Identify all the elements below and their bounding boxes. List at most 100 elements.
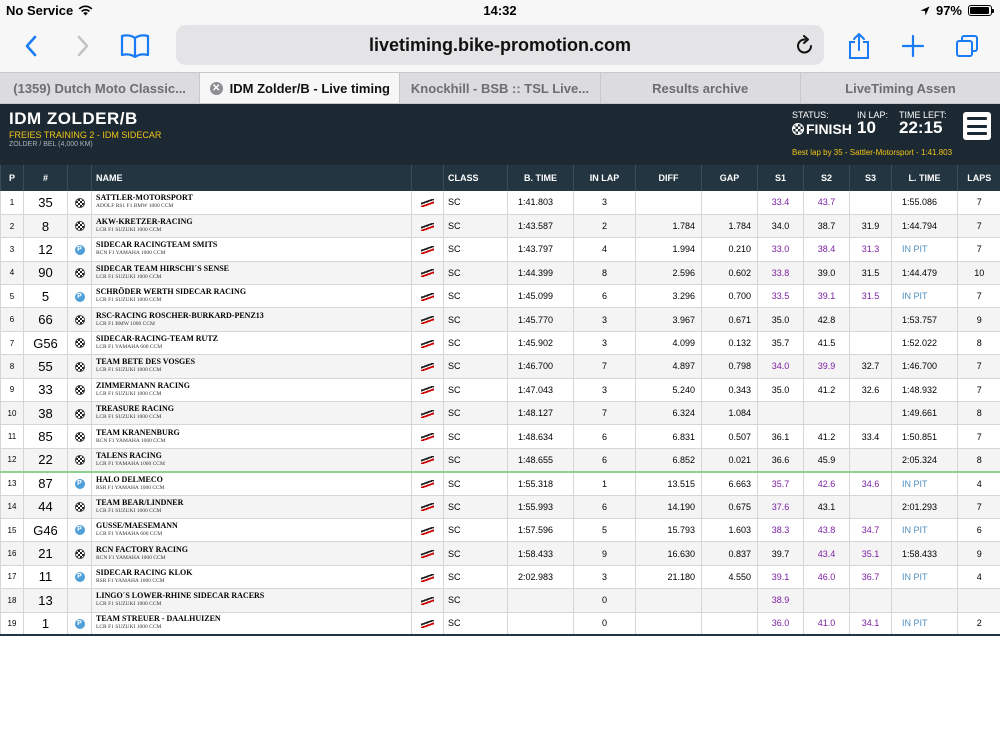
col-header-p[interactable]: P — [0, 165, 24, 191]
cell-class: SC — [443, 191, 508, 215]
cell-gap: 0.343 — [701, 378, 758, 403]
forward-button[interactable] — [65, 28, 101, 64]
table-row[interactable]: 17 11 P SIDECAR RACING KLOK RSR F1 YAMAHA 10… — [0, 565, 1000, 590]
bike-name: LCR F1 YAMAHA 600 CCM — [96, 344, 163, 351]
team-name: SIDECAR-RACING-TEAM RUTZ — [96, 334, 219, 344]
col-header-s1[interactable]: S1 — [757, 165, 804, 191]
hamburger-menu-icon[interactable] — [963, 112, 991, 140]
cell-s3: 31.5 — [849, 261, 892, 286]
tab-results-archive[interactable]: Results archive — [599, 73, 800, 103]
bookmarks-button[interactable] — [117, 28, 153, 64]
tab-dutch-moto-classic[interactable]: (1359) Dutch Moto Classic... — [0, 73, 199, 103]
cell-tyre — [411, 261, 444, 286]
table-row[interactable]: 9 33 ZIMMERMANN RACING LCR F1 SUZUKI 1000 C… — [0, 378, 1000, 403]
cell-s2: 41.0 — [803, 612, 850, 637]
cell-number: 33 — [23, 378, 68, 403]
back-button[interactable] — [13, 28, 49, 64]
table-row[interactable]: 19 1 P TEAM STREUER - DAALHUIZEN LCR F1 SUZU… — [0, 612, 1000, 637]
col-header-in-lap[interactable]: IN LAP — [573, 165, 636, 191]
bike-name: RCN F1 YAMAHA 1000 CCM — [96, 437, 166, 444]
cell-s1: 35.0 — [757, 307, 804, 332]
col-header-laps[interactable]: LAPS — [957, 165, 1000, 191]
cell-best-time: 1:47.043 — [507, 378, 574, 403]
col-header-class[interactable]: CLASS — [443, 165, 508, 191]
cell-diff: 6.852 — [635, 448, 702, 473]
in-lap-value: 10 — [857, 118, 876, 137]
cell-status: P — [67, 518, 92, 543]
cell-last-time: 1:49.661 — [891, 401, 958, 426]
col-header-number[interactable]: # — [23, 165, 68, 191]
col-header-gap[interactable]: GAP — [701, 165, 758, 191]
table-row[interactable]: 7 G56 SIDECAR-RACING-TEAM RUTZ LCR F1 YAMAH… — [0, 331, 1000, 356]
table-row[interactable]: 10 38 TREASURE RACING LCR F1 SUZUKI 1000 CC… — [0, 401, 1000, 426]
tab-knockhill[interactable]: Knockhill - BSB :: TSL Live... — [399, 73, 599, 103]
cell-diff: 3.296 — [635, 284, 702, 309]
pit-icon: P — [74, 291, 85, 302]
checkered-flag-icon — [74, 548, 85, 559]
table-row[interactable]: 18 13 LINGO´S LOWER-RHINE SIDECAR RACERS LC… — [0, 588, 1000, 613]
cell-status — [67, 331, 92, 356]
cell-tyre — [411, 214, 444, 239]
table-row[interactable]: 6 66 RSC-RACING ROSCHER-BURKARD-PENZ13 LCR … — [0, 307, 1000, 332]
cell-laps: 7 — [957, 495, 1000, 519]
tab-label: Knockhill - BSB :: TSL Live... — [410, 80, 590, 96]
cell-tyre — [411, 237, 444, 262]
reload-icon[interactable] — [796, 35, 814, 55]
cell-gap: 0.507 — [701, 424, 758, 449]
cell-number: G46 — [23, 518, 68, 543]
table-row[interactable]: 2 8 AKW-KRETZER-RACING LCR F1 SUZUKI 1000 C… — [0, 214, 1000, 239]
table-row[interactable]: 15 G46 P GUSSE/MAESEMANN LCR F1 YAMAHA 600 C… — [0, 518, 1000, 543]
cell-best-time: 1:48.127 — [507, 401, 574, 426]
checkered-flag-icon — [74, 385, 85, 396]
team-name: HALO DELMECO — [96, 474, 163, 484]
cell-in-lap: 4 — [573, 237, 636, 262]
cell-tyre — [411, 401, 444, 426]
cell-s3 — [849, 331, 892, 356]
table-row[interactable]: 8 55 TEAM BETE DES VOSGES LCR F1 SUZUKI 100… — [0, 354, 1000, 379]
col-header-s2[interactable]: S2 — [803, 165, 850, 191]
table-row[interactable]: 5 5 P SCHRÖDER WERTH SIDECAR RACING LCR F1 S… — [0, 284, 1000, 309]
cell-class: SC — [443, 237, 508, 262]
col-header-name[interactable]: NAME — [91, 165, 412, 191]
table-row[interactable]: 11 85 TEAM KRANENBURG RCN F1 YAMAHA 1000 CC… — [0, 424, 1000, 449]
cell-position: 7 — [0, 331, 24, 356]
cell-in-lap: 7 — [573, 354, 636, 379]
cell-in-lap: 7 — [573, 401, 636, 426]
table-row[interactable]: 3 12 P SIDECAR RACINGTEAM SMITS RCN F1 YAMAH… — [0, 237, 1000, 262]
tab-livetiming-assen[interactable]: LiveTiming Assen — [799, 73, 1000, 103]
bike-name: LCR F1 SUZUKI 1000 CCM — [96, 507, 162, 514]
close-tab-icon[interactable]: ✕ — [209, 81, 223, 95]
table-row[interactable]: 12 22 TALENS RACING LCR F1 YAMAHA 1000 CCM S… — [0, 448, 1000, 473]
table-row[interactable]: 14 44 TEAM BEAR/LINDNER LCR F1 SUZUKI 1000 … — [0, 495, 1000, 519]
cell-best-time: 1:58.433 — [507, 541, 574, 566]
col-header-last-time[interactable]: L. TIME — [891, 165, 958, 191]
cell-name: SIDECAR RACINGTEAM SMITS RCN F1 YAMAHA 10… — [91, 237, 412, 262]
col-header-s3[interactable]: S3 — [849, 165, 892, 191]
table-row[interactable]: 13 87 P HALO DELMECO RSR F1 YAMAHA 1000 CCM S… — [0, 471, 1000, 496]
cell-s1: 33.5 — [757, 284, 804, 309]
checkered-flag-icon — [74, 268, 85, 279]
checkered-flag-icon — [74, 408, 85, 419]
cell-last-time: IN PIT — [891, 565, 958, 590]
cell-last-time: IN PIT — [891, 284, 958, 309]
checkered-flag-icon — [74, 361, 85, 372]
cell-number: 11 — [23, 565, 68, 590]
cell-s1: 36.6 — [757, 448, 804, 473]
team-name: SIDECAR RACINGTEAM SMITS — [96, 240, 218, 250]
new-tab-button[interactable] — [895, 28, 931, 64]
col-header-diff[interactable]: DIFF — [635, 165, 702, 191]
chevron-left-icon — [25, 35, 37, 57]
col-header-best-time[interactable]: B. TIME — [507, 165, 574, 191]
table-row[interactable]: 4 90 SIDECAR TEAM HIRSCHI´S SENSE LCR F1 SU… — [0, 261, 1000, 286]
col-header-tyre — [411, 165, 444, 191]
cell-diff: 4.897 — [635, 354, 702, 379]
table-row[interactable]: 16 21 RCN FACTORY RACING RCN F1 YAMAHA 1000… — [0, 541, 1000, 566]
cell-best-time: 1:45.902 — [507, 331, 574, 356]
cell-class: SC — [443, 401, 508, 426]
tabs-overview-button[interactable] — [949, 28, 985, 64]
tab-idm-zolder[interactable]: ✕ IDM Zolder/B - Live timing — [199, 73, 400, 103]
table-row[interactable]: 1 35 SATTLER-MOTORSPORT ADOLF RS1 F1 BMW 10… — [0, 191, 1000, 215]
address-bar[interactable]: livetiming.bike-promotion.com — [176, 25, 824, 65]
cell-laps: 7 — [957, 424, 1000, 449]
share-button[interactable] — [841, 28, 877, 64]
